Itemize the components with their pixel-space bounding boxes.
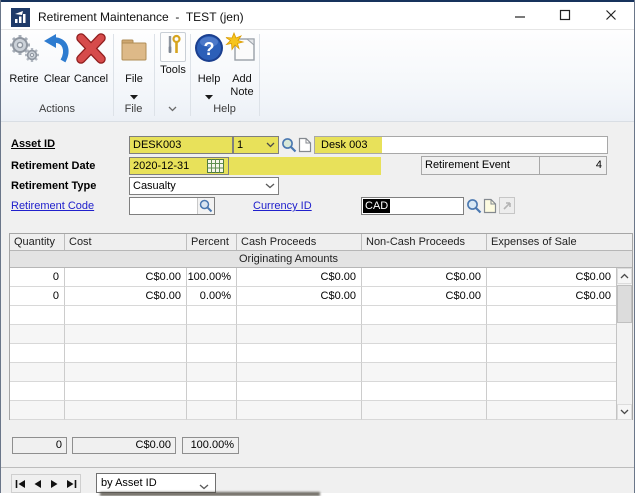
titlebar: Retirement Maintenance - TEST (jen) bbox=[1, 0, 634, 30]
table-row[interactable]: 0 C$0.00 100.00% C$0.00 C$0.00 C$0.00 bbox=[10, 268, 617, 287]
folder-icon bbox=[117, 32, 151, 71]
record-navigation bbox=[11, 474, 81, 493]
first-record-button[interactable] bbox=[12, 475, 29, 492]
table-row[interactable]: 0 C$0.00 0.00% C$0.00 C$0.00 C$0.00 bbox=[10, 287, 617, 306]
file-button[interactable]: File bbox=[115, 32, 153, 105]
asset-description-field: Desk 003 bbox=[314, 136, 608, 154]
asset-note-icon[interactable] bbox=[298, 137, 312, 158]
column-header: Expenses of Sale bbox=[487, 234, 634, 250]
add-note-icon bbox=[225, 32, 259, 71]
app-icon bbox=[11, 8, 30, 32]
table-row-empty[interactable] bbox=[10, 382, 617, 401]
table-row-empty[interactable] bbox=[10, 306, 617, 325]
retire-button[interactable]: Retire bbox=[4, 32, 44, 86]
maximize-button[interactable] bbox=[548, 3, 582, 30]
retirement-event-label: Retirement Event bbox=[422, 157, 539, 174]
originating-amounts-band: Originating Amounts bbox=[10, 251, 632, 268]
asset-id-input[interactable] bbox=[129, 136, 233, 154]
column-header: Quantity bbox=[10, 234, 65, 250]
table-row-empty[interactable] bbox=[10, 325, 617, 344]
next-record-button[interactable] bbox=[46, 475, 63, 492]
clear-button[interactable]: Clear bbox=[43, 32, 71, 86]
scroll-up-button[interactable] bbox=[617, 268, 632, 284]
close-icon bbox=[605, 8, 617, 26]
retirement-maintenance-window: Retirement Maintenance - TEST (jen) bbox=[0, 0, 635, 493]
column-header: Percent bbox=[187, 234, 237, 250]
table-row-empty[interactable] bbox=[10, 363, 617, 382]
screen: Retirement Maintenance - TEST (jen) bbox=[0, 0, 635, 496]
retirement-type-label: Retirement Type bbox=[11, 180, 96, 192]
file-group-label: File bbox=[113, 103, 154, 115]
chevron-down-icon bbox=[266, 139, 275, 151]
help-group-label: Help bbox=[190, 103, 259, 115]
help-icon: ? bbox=[192, 32, 226, 71]
scroll-down-button[interactable] bbox=[617, 404, 632, 420]
close-button[interactable] bbox=[594, 3, 628, 30]
last-record-button[interactable] bbox=[63, 475, 80, 492]
group-divider bbox=[259, 34, 260, 116]
column-header: Non-Cash Proceeds bbox=[362, 234, 487, 250]
maximize-icon bbox=[559, 8, 571, 26]
table-body: 0 C$0.00 100.00% C$0.00 C$0.00 C$0.00 0 … bbox=[10, 268, 617, 420]
currency-note-icon[interactable] bbox=[483, 198, 497, 219]
add-note-button[interactable]: AddNote bbox=[225, 32, 259, 99]
window-title: Retirement Maintenance - TEST (jen) bbox=[38, 10, 244, 24]
background-artifact bbox=[100, 492, 320, 496]
retirement-type-dropdown[interactable]: Casualty bbox=[129, 177, 279, 195]
retirement-code-input[interactable] bbox=[130, 198, 197, 214]
total-percent: 100.00% bbox=[182, 437, 239, 454]
previous-record-button[interactable] bbox=[29, 475, 46, 492]
chevron-down-icon bbox=[168, 103, 177, 115]
sort-by-dropdown[interactable]: by Asset ID bbox=[96, 473, 216, 493]
retirement-code-lookup-icon[interactable] bbox=[197, 198, 214, 214]
actions-group-label: Actions bbox=[2, 103, 112, 115]
currency-id-link[interactable]: Currency ID bbox=[253, 200, 312, 212]
minimize-icon bbox=[514, 8, 526, 26]
tools-icon bbox=[160, 32, 186, 62]
retirement-amounts-table: Quantity Cost Percent Cash Proceeds Non-… bbox=[9, 233, 633, 420]
column-header: Cash Proceeds bbox=[237, 234, 362, 250]
retirement-code-link[interactable]: Retirement Code bbox=[11, 200, 94, 212]
scrollbar-thumb[interactable] bbox=[617, 285, 632, 323]
gears-icon bbox=[7, 32, 41, 71]
vertical-scrollbar[interactable] bbox=[616, 268, 632, 420]
total-quantity: 0 bbox=[12, 437, 67, 454]
chevron-down-icon bbox=[265, 180, 275, 192]
table-header-row: Quantity Cost Percent Cash Proceeds Non-… bbox=[10, 234, 632, 251]
asset-id-label[interactable]: Asset ID bbox=[11, 138, 55, 150]
currency-id-field[interactable]: CAD bbox=[361, 197, 464, 215]
total-cost: C$0.00 bbox=[72, 437, 176, 454]
asset-suffix-dropdown[interactable]: 1 bbox=[233, 136, 279, 154]
calendar-icon[interactable] bbox=[207, 159, 224, 178]
currency-lookup-icon[interactable] bbox=[466, 198, 482, 219]
currency-expansion-button-disabled bbox=[499, 197, 515, 214]
tools-button[interactable]: Tools bbox=[156, 32, 190, 77]
minimize-button[interactable] bbox=[503, 3, 537, 30]
svg-text:?: ? bbox=[204, 39, 215, 59]
retirement-code-field bbox=[129, 197, 215, 215]
red-x-icon bbox=[74, 32, 108, 71]
undo-arrow-icon bbox=[42, 32, 72, 71]
status-bar: by Asset ID bbox=[1, 467, 634, 493]
help-button[interactable]: ? Help bbox=[192, 32, 226, 105]
asset-lookup-icon[interactable] bbox=[281, 137, 297, 158]
retirement-date-label: Retirement Date bbox=[11, 160, 95, 172]
table-row-empty[interactable] bbox=[10, 401, 617, 420]
tools-group-dropdown[interactable] bbox=[154, 103, 190, 115]
retirement-event-box: Retirement Event 4 bbox=[421, 156, 607, 175]
retirement-event-value: 4 bbox=[539, 157, 606, 174]
table-row-empty[interactable] bbox=[10, 344, 617, 363]
column-header: Cost bbox=[65, 234, 187, 250]
cancel-button[interactable]: Cancel bbox=[72, 32, 110, 86]
ribbon-toolbar: Retire Clear Cancel Actions bbox=[1, 30, 634, 122]
currency-id-selected-value: CAD bbox=[363, 199, 390, 213]
